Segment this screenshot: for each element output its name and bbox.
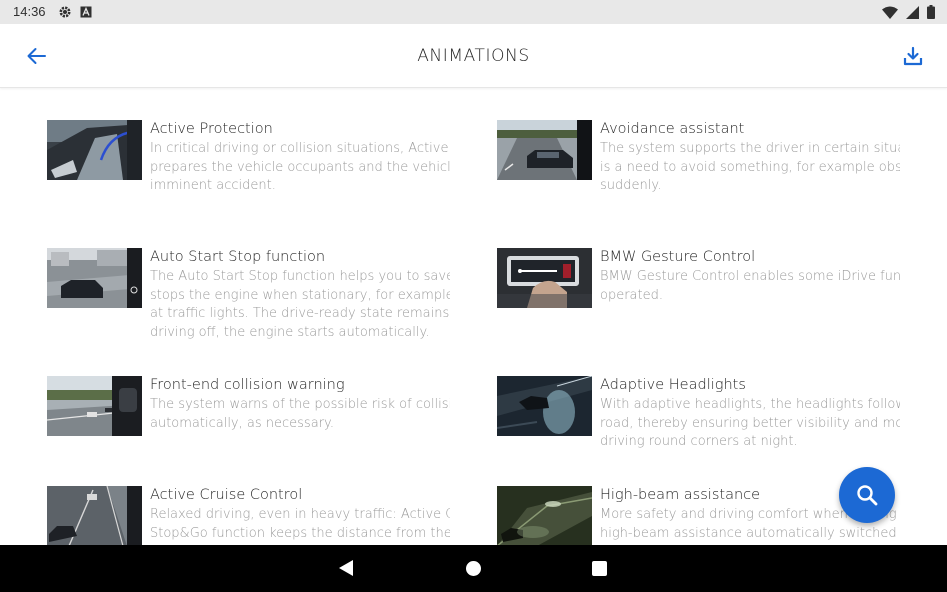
cruise-road-image [47,486,142,545]
item-text: Auto Start Stop function The Auto Start … [150,248,450,343]
status-time: 14:36 [13,4,46,19]
list-item[interactable]: BMW Gesture Control BMW Gesture Control … [497,248,902,358]
night-headlights-image [497,376,592,436]
item-text: Active Cruise Control Relaxed driving, e… [150,486,450,543]
battery-icon [927,5,935,22]
car-on-road-image [497,120,592,180]
download-icon [903,46,923,66]
item-text: Front-end collision warning The system w… [150,376,450,433]
item-description: The system warns of the possible risk of… [150,397,450,431]
app-a-icon [80,6,92,21]
nav-back-button[interactable] [338,559,354,582]
app-bar: ANIMATIONS [0,24,947,88]
item-description: Relaxed driving, even in heavy traffic: … [150,507,450,541]
car-interior-seat-image [47,120,142,180]
list-item[interactable]: Front-end collision warning The system w… [47,376,452,486]
item-description: In critical driving or collision situati… [150,141,450,194]
nav-back-icon [339,560,353,576]
gesture-hand-display-image [497,248,592,308]
item-title: BMW Gesture Control [600,249,756,265]
search-icon [857,485,878,506]
status-bar: 14:36 [0,0,947,24]
item-title: Front-end collision warning [150,377,345,393]
nav-home-button[interactable] [466,561,481,576]
item-text: Adaptive Headlights With adaptive headli… [600,376,900,452]
item-title: Avoidance assistant [600,121,745,137]
list-item[interactable]: Auto Start Stop function The Auto Start … [47,248,452,358]
status-left-icons [58,5,92,22]
item-text: Avoidance assistant The system supports … [600,120,900,196]
item-description: The system supports the driver in certai… [600,141,900,194]
nav-recents-button[interactable] [592,561,607,576]
page-title: ANIMATIONS [417,46,530,66]
list-item[interactable]: Active Cruise Control Relaxed driving, e… [47,486,452,545]
list-item[interactable]: Adaptive Headlights With adaptive headli… [497,376,902,486]
list-item[interactable]: Active Protection In critical driving or… [47,120,452,230]
status-right-icons [882,5,935,22]
highway-traffic-image [47,376,142,436]
animations-list: Active Protection In critical driving or… [0,88,947,545]
item-description: With adaptive headlights, the headlights… [600,397,900,450]
wifi-icon [882,6,898,22]
item-description: BMW Gesture Control enables some iDrive … [600,269,900,303]
car-at-intersection-image [47,248,142,308]
gear-icon [58,5,72,22]
item-title: Adaptive Headlights [600,377,746,393]
item-description: The Auto Start Stop function helps you t… [150,269,450,341]
signal-icon [906,5,919,22]
item-title: Auto Start Stop function [150,249,326,265]
list-item[interactable]: Avoidance assistant The system supports … [497,120,902,230]
item-title: Active Cruise Control [150,487,303,503]
search-button[interactable] [839,467,895,523]
item-text: BMW Gesture Control BMW Gesture Control … [600,248,900,305]
download-button[interactable] [899,42,927,70]
item-text: Active Protection In critical driving or… [150,120,450,196]
system-nav-bar [0,545,947,592]
item-title: Active Protection [150,121,273,137]
night-road-highbeam-image [497,486,592,545]
